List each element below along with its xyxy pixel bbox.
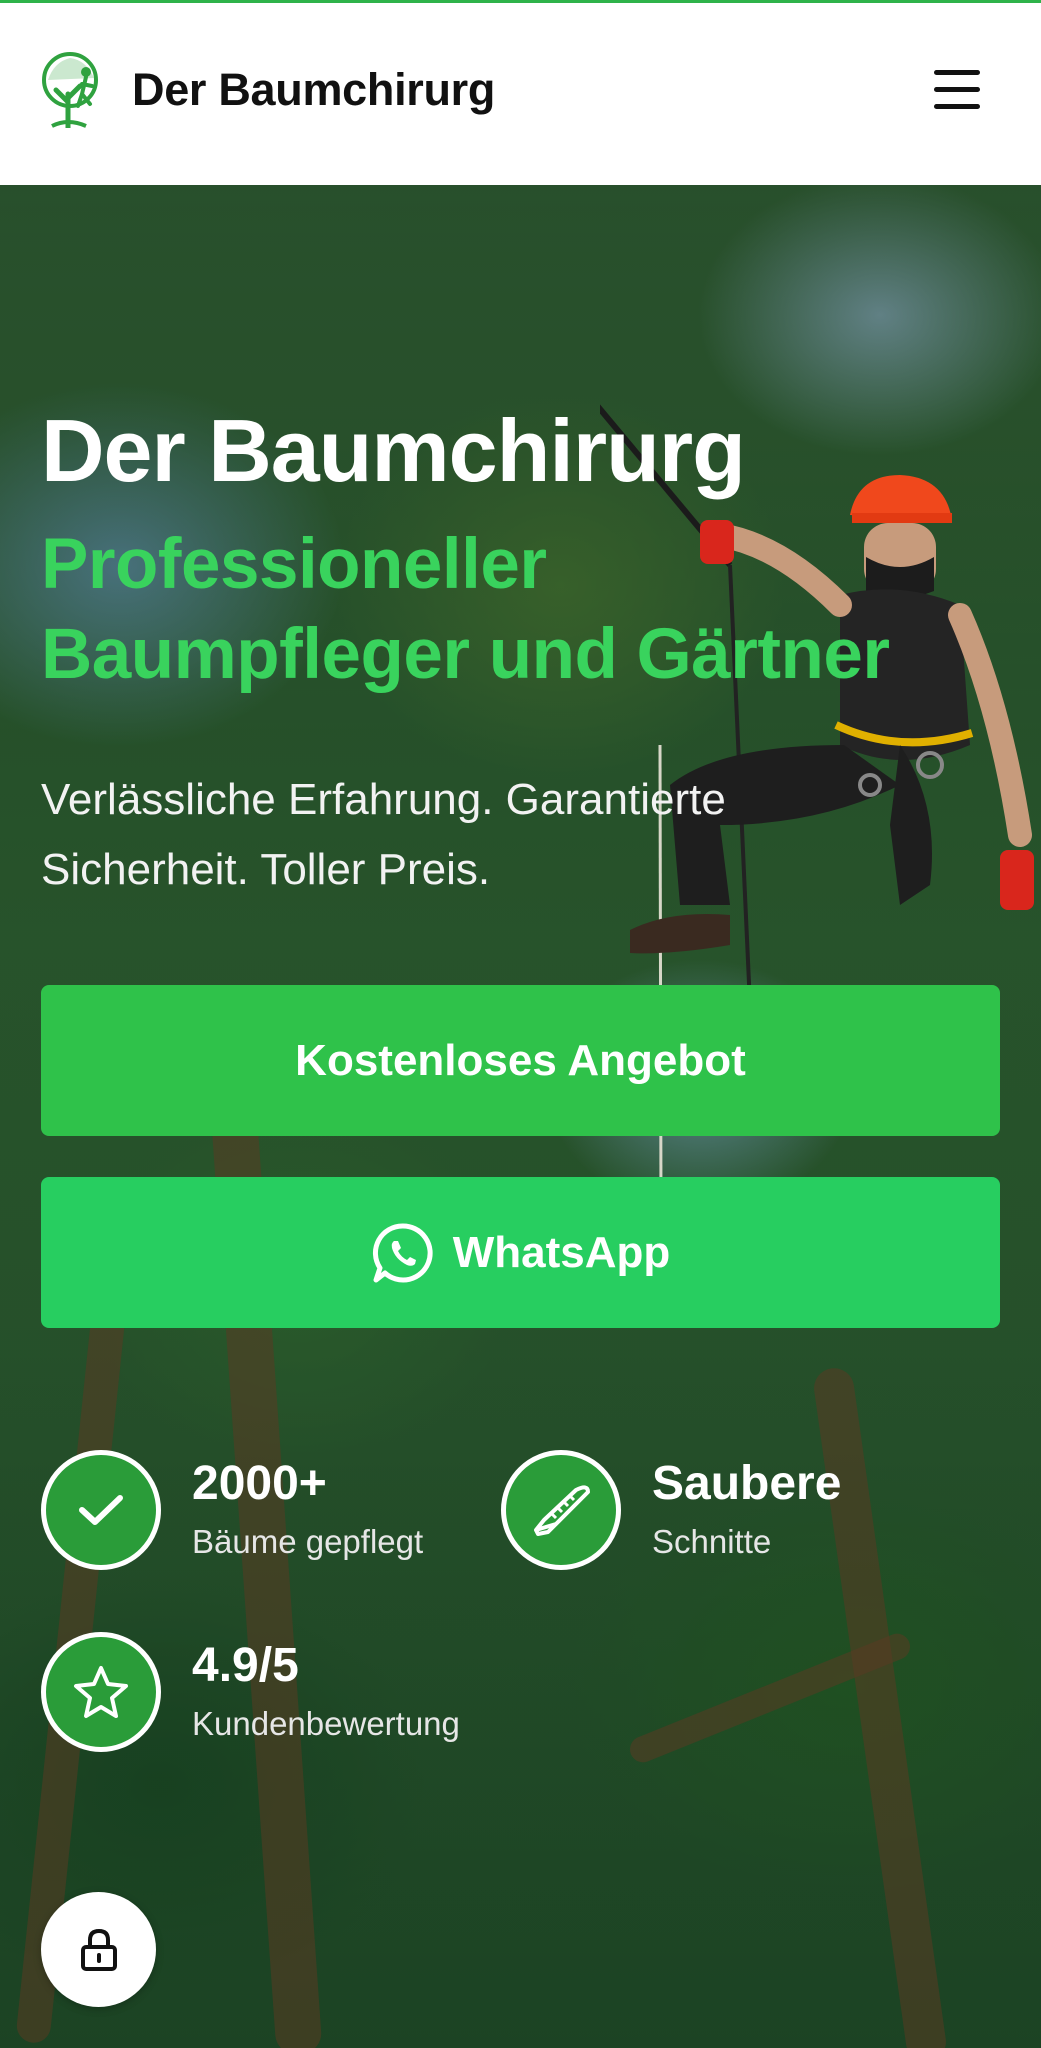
stat-label: Bäume gepflegt — [192, 1523, 424, 1560]
free-quote-button[interactable]: Kostenloses Angebot — [41, 985, 1000, 1136]
stat-clean-cuts: Saubere Schnitte — [501, 1450, 841, 1570]
stat-value: 2000+ — [192, 1457, 327, 1510]
stat-circle — [41, 1632, 161, 1752]
stat-circle — [41, 1450, 161, 1570]
stat-value: Saubere — [652, 1457, 842, 1510]
site-header: Der Baumchirurg — [0, 0, 1041, 185]
whatsapp-button-label: WhatsApp — [452, 1227, 671, 1277]
hero-tagline-line: Verlässliche Erfahrung. Garantierte — [41, 775, 726, 824]
whatsapp-button[interactable]: WhatsApp — [41, 1177, 1000, 1328]
top-accent-line — [0, 0, 1041, 3]
free-quote-button-label: Kostenloses Angebot — [295, 1035, 746, 1085]
brand-name[interactable]: Der Baumchirurg — [132, 64, 495, 116]
whatsapp-icon — [372, 1222, 433, 1282]
hero-tagline-line: Sicherheit. Toller Preis. — [41, 845, 491, 894]
tree-climber-logo-icon[interactable] — [34, 50, 110, 128]
stat-trees: 2000+ Bäume gepflegt — [41, 1450, 423, 1570]
hero-subtitle-line: Baumpfleger und Gärtner — [41, 615, 890, 694]
hero-tagline: Verlässliche Erfahrung. Garantierte Sich… — [41, 765, 901, 905]
hamburger-menu-icon[interactable] — [934, 70, 984, 112]
checkmark-icon — [79, 1495, 123, 1525]
hero-title: Der Baumchirurg — [41, 401, 746, 500]
hero-subtitle-line: Professioneller — [41, 525, 547, 604]
star-icon — [74, 1666, 128, 1718]
stat-label: Kundenbewertung — [192, 1705, 460, 1742]
stat-circle — [501, 1450, 621, 1570]
saw-icon — [534, 1485, 590, 1536]
stat-value: 4.9/5 — [192, 1639, 299, 1692]
stat-label: Schnitte — [652, 1523, 772, 1560]
hero-section: Der Baumchirurg Professioneller Baumpfle… — [0, 185, 1041, 2048]
privacy-lock-button[interactable] — [41, 1892, 156, 2007]
lock-icon — [80, 1928, 117, 1971]
hero-subtitle: Professioneller Baumpfleger und Gärtner — [41, 520, 941, 700]
stat-rating: 4.9/5 Kundenbewertung — [41, 1632, 460, 1752]
